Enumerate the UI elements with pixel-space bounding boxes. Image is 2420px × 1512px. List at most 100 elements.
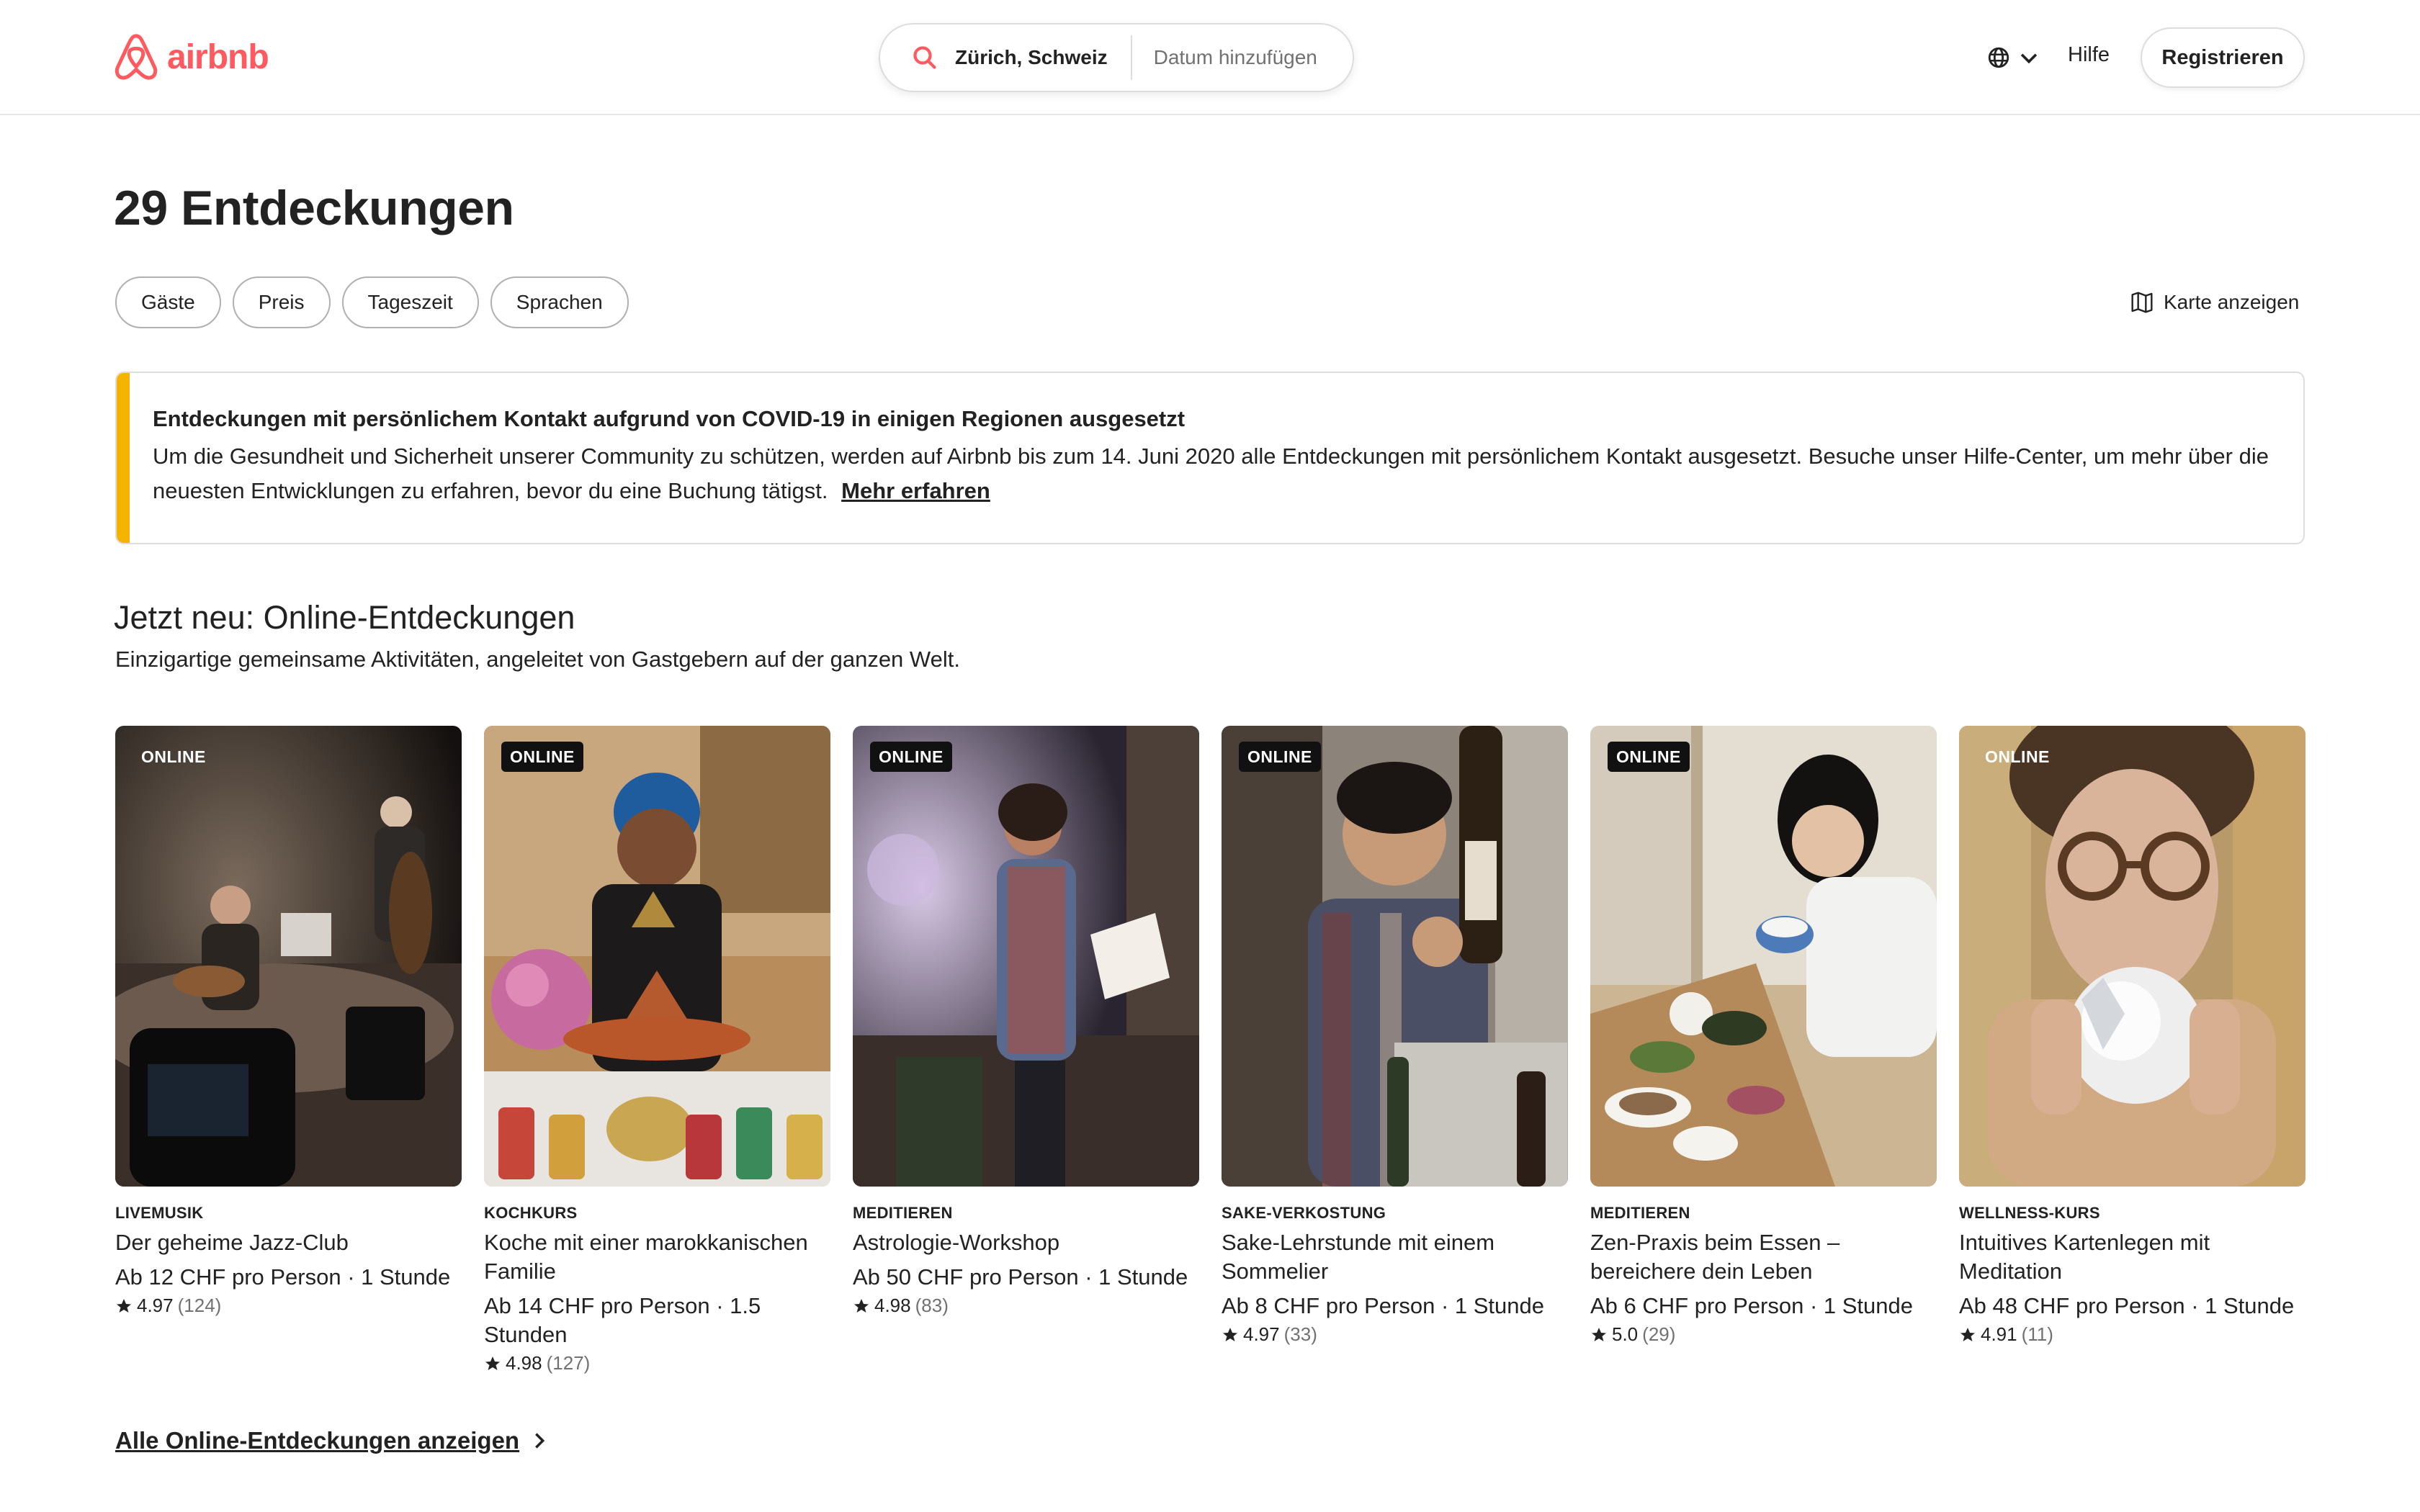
rating-value: 4.98 (506, 1352, 542, 1374)
card-rating: 5.0 (29) (1590, 1323, 1937, 1346)
zen-eating-photo (1590, 726, 1937, 1187)
card-rating: 4.97 (124) (115, 1295, 462, 1317)
card-category: MEDITIEREN (1590, 1204, 1690, 1222)
star-icon (854, 1298, 869, 1313)
star-icon (117, 1298, 131, 1313)
show-all-label: Alle Online-Entdeckungen anzeigen (115, 1427, 520, 1454)
card-title: Astrologie-Workshop (853, 1230, 1060, 1255)
notice-title: Entdeckungen mit persönlichem Kontakt au… (153, 406, 1186, 431)
experience-card[interactable]: ONLINE KOCHKURS Koche mit einer marokkan… (484, 726, 830, 1374)
globe-icon (1988, 47, 2009, 68)
rating-value: 4.91 (1981, 1323, 2017, 1345)
star-icon (485, 1356, 500, 1370)
language-selector-button[interactable] (1986, 42, 2041, 73)
card-photo-jazz-club[interactable]: ONLINE (115, 726, 462, 1187)
rating-value: 4.98 (874, 1295, 911, 1316)
jazz-club-photo (115, 726, 462, 1187)
rating-value: 4.97 (1243, 1323, 1280, 1345)
card-price: Ab 8 CHF pro Person · 1 Stunde (1222, 1293, 1545, 1318)
page-title: 29 Entdeckungen (114, 181, 514, 235)
search-date-input[interactable]: Datum hinzufügen (1154, 46, 1317, 69)
online-badge: ONLINE (870, 742, 952, 772)
card-title: Koche mit einer marokkanischen Familie (484, 1230, 808, 1284)
top-navigation-bar: airbnb Zürich, Schweiz Datum hinzufügen … (0, 0, 2420, 115)
star-icon (1592, 1327, 1606, 1341)
experience-card[interactable]: ONLINE LIVEMUSIK Der geheime Jazz-Club A… (115, 726, 462, 1317)
online-badge: ONLINE (1239, 742, 1321, 772)
brand-wordmark: airbnb (167, 37, 269, 76)
rating-count: (127) (546, 1352, 591, 1374)
show-all-online-experiences-link[interactable]: Alle Online-Entdeckungen anzeigen (115, 1427, 550, 1454)
star-icon (1960, 1327, 1975, 1341)
card-price: Ab 14 CHF pro Person · 1.5 Stunden (484, 1293, 761, 1347)
card-title: Sake-Lehrstunde mit einem Sommelier (1222, 1230, 1495, 1284)
online-badge: ONLINE (141, 747, 206, 766)
card-rating: 4.98 (83) (853, 1295, 1199, 1317)
rating-count: (124) (177, 1295, 222, 1316)
section-subtitle: Einzigartige gemeinsame Aktivitäten, ang… (115, 647, 960, 672)
notice-body: Um die Gesundheit und Sicherheit unserer… (153, 439, 2299, 508)
card-price: Ab 12 CHF pro Person · 1 Stunde (115, 1264, 451, 1290)
filter-languages[interactable]: Sprachen (490, 276, 629, 328)
notice-accent-bar (117, 373, 130, 543)
help-link[interactable]: Hilfe (2068, 43, 2110, 67)
rating-count: (33) (1283, 1323, 1317, 1345)
online-badge: ONLINE (501, 742, 583, 772)
moroccan-cooking-photo (484, 726, 830, 1187)
card-category: LIVEMUSIK (115, 1204, 204, 1222)
card-category: WELLNESS-KURS (1959, 1204, 2100, 1222)
filter-guests[interactable]: Gäste (115, 276, 221, 328)
experience-card[interactable]: ONLINE MEDITIEREN Zen-Praxis beim Essen … (1590, 726, 1937, 1346)
card-category: SAKE-VERKOSTUNG (1222, 1204, 1386, 1222)
astrology-workshop-photo (853, 726, 1199, 1187)
filter-price[interactable]: Preis (232, 276, 331, 328)
experience-card[interactable]: ONLINE MEDITIEREN Astrologie-Workshop Ab… (853, 726, 1199, 1317)
wellness-course-photo (1959, 726, 2305, 1187)
filter-bar: Gäste Preis Tageszeit Sprachen (115, 276, 640, 328)
online-badge: ONLINE (1608, 742, 1690, 772)
sake-tasting-photo (1222, 726, 1568, 1187)
search-location-value[interactable]: Zürich, Schweiz (955, 46, 1108, 69)
card-category: MEDITIEREN (853, 1204, 953, 1222)
learn-more-link[interactable]: Mehr erfahren (841, 478, 990, 503)
covid-notice-banner: Entdeckungen mit persönlichem Kontakt au… (115, 372, 2305, 544)
card-title: Zen-Praxis beim Essen – bereichere dein … (1590, 1230, 1840, 1284)
card-rating: 4.97 (33) (1222, 1323, 1568, 1346)
airbnb-logo[interactable]: airbnb (114, 32, 269, 82)
card-category: KOCHKURS (484, 1204, 578, 1222)
filter-time-of-day[interactable]: Tageszeit (341, 276, 479, 328)
card-rating: 4.98 (127) (484, 1352, 830, 1374)
card-price: Ab 50 CHF pro Person · 1 Stunde (853, 1264, 1188, 1290)
section-title: Jetzt neu: Online-Entdeckungen (114, 599, 575, 636)
experience-card[interactable]: ONLINE SAKE-VERKOSTUNG Sake-Lehrstunde m… (1222, 726, 1568, 1346)
rating-count: (83) (915, 1295, 949, 1316)
show-map-label: Karte anzeigen (2164, 291, 2300, 313)
card-photo-astrology[interactable]: ONLINE (853, 726, 1199, 1187)
star-icon (1223, 1327, 1237, 1341)
experience-card[interactable]: ONLINE WELLNESS-KURS Intuitives Kartenle… (1959, 726, 2305, 1346)
online-badge: ONLINE (1985, 747, 2050, 766)
notice-text: Um die Gesundheit und Sicherheit unserer… (153, 444, 2269, 503)
card-photo-zen-eating[interactable]: ONLINE (1590, 726, 1937, 1187)
airbnb-belo-icon (115, 34, 158, 80)
rating-count: (29) (1642, 1323, 1676, 1345)
card-rating: 4.91 (11) (1959, 1323, 2305, 1346)
search-bar[interactable]: Zürich, Schweiz Datum hinzufügen (879, 23, 1354, 92)
rating-value: 5.0 (1612, 1323, 1639, 1345)
card-photo-moroccan-cooking[interactable]: ONLINE (484, 726, 830, 1187)
card-photo-wellness[interactable]: ONLINE (1959, 726, 2305, 1187)
map-icon (2131, 292, 2153, 313)
card-price: Ab 48 CHF pro Person · 1 Stunde (1959, 1293, 2295, 1318)
show-map-button[interactable]: Karte anzeigen (2130, 288, 2299, 317)
rating-value: 4.97 (137, 1295, 174, 1316)
card-photo-sake-tasting[interactable]: ONLINE (1222, 726, 1568, 1187)
card-price: Ab 6 CHF pro Person · 1 Stunde (1590, 1293, 1914, 1318)
rating-count: (11) (2021, 1323, 2053, 1345)
chevron-down-icon (2020, 53, 2038, 64)
register-button[interactable]: Registrieren (2141, 27, 2305, 88)
card-title: Der geheime Jazz-Club (115, 1230, 349, 1255)
search-icon (913, 46, 936, 69)
chevron-right-icon (535, 1433, 545, 1449)
search-divider (1130, 35, 1132, 80)
card-title: Intuitives Kartenlegen mit Meditation (1959, 1230, 2210, 1284)
